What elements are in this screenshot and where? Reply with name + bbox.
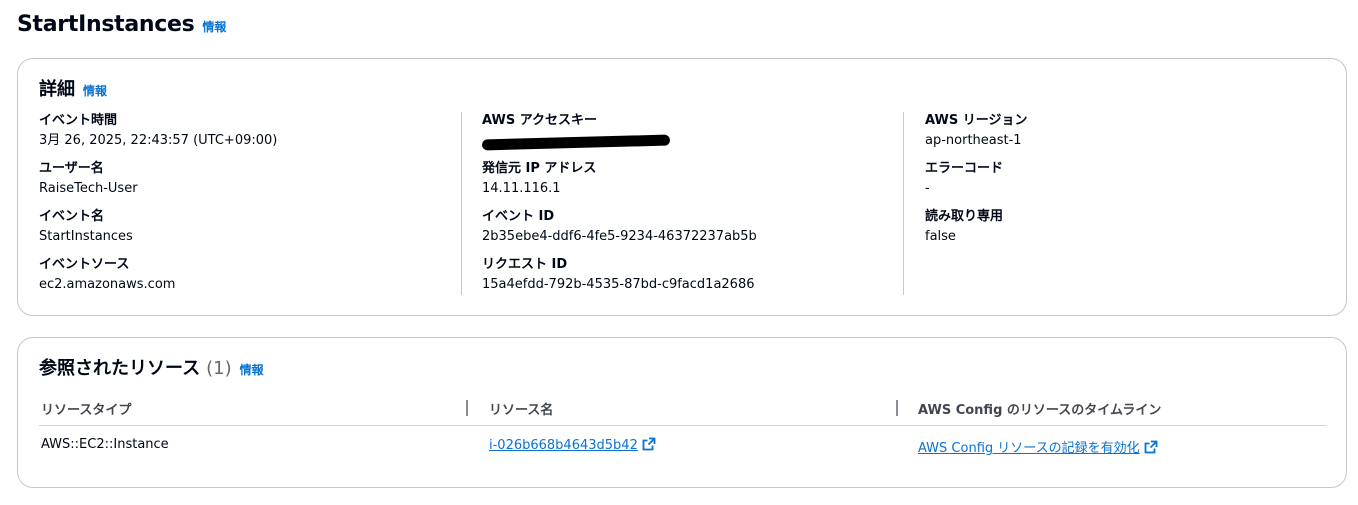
user-name-label: ユーザー名 (39, 161, 104, 176)
resources-info-link[interactable]: 情報 (240, 361, 264, 378)
event-source: イベントソース ec2.amazonaws.com (39, 255, 459, 303)
event-id-label: イベント ID (482, 209, 555, 224)
source-ip-label: 発信元 IP アドレス (482, 161, 597, 176)
read-only-value: false (925, 229, 956, 244)
details-column-1: イベント時間 3月 26, 2025, 22:43:57 (UTC+09:00)… (39, 111, 459, 303)
redaction-mark (481, 134, 671, 151)
event-time-value: 3月 26, 2025, 22:43:57 (UTC+09:00) (39, 133, 278, 148)
resources-header: 参照されたリソース (1) 情報 (39, 354, 264, 380)
enable-config-recording-link[interactable]: AWS Config リソースの記録を有効化 (918, 441, 1140, 456)
page-header: StartInstances 情報 (17, 12, 226, 37)
event-time-label: イベント時間 (39, 113, 118, 128)
error-code-value: - (925, 181, 930, 196)
user-name-value: RaiseTech-User (39, 181, 138, 196)
resource-type-cell: AWS::EC2::Instance (41, 437, 169, 452)
details-column-3: AWS リージョン ap-northeast-1 エラーコード - 読み取り専用… (925, 111, 1325, 255)
details-panel: 詳細 情報 イベント時間 3月 26, 2025, 22:43:57 (UTC+… (17, 58, 1347, 316)
column-divider (461, 112, 462, 295)
request-id-label: リクエスト ID (482, 257, 568, 272)
page-title: StartInstances (17, 12, 195, 37)
user-name: ユーザー名 RaiseTech-User (39, 159, 459, 207)
column-divider (903, 112, 904, 295)
column-resize-handle[interactable] (896, 400, 898, 416)
resource-name-link[interactable]: i-026b668b4643d5b42 (489, 438, 638, 453)
details-column-2: AWS アクセスキー 発信元 IP アドレス 14.11.116.1 イベント … (481, 111, 902, 303)
column-header-config-timeline[interactable]: AWS Config のリソースのタイムライン (918, 399, 1161, 418)
column-header-resource-type[interactable]: リソースタイプ (41, 399, 131, 418)
referenced-resources-panel: 参照されたリソース (1) 情報 リソースタイプ リソース名 AWS Confi… (17, 337, 1347, 488)
read-only-label: 読み取り専用 (925, 209, 1004, 224)
access-key: AWS アクセスキー (481, 111, 902, 159)
read-only: 読み取り専用 false (925, 207, 1325, 255)
source-ip: 発信元 IP アドレス 14.11.116.1 (482, 159, 902, 207)
header-info-link[interactable]: 情報 (202, 18, 226, 35)
access-key-label: AWS アクセスキー (482, 113, 598, 128)
details-info-link[interactable]: 情報 (83, 82, 107, 99)
config-timeline-cell: AWS Config リソースの記録を有効化 (918, 437, 1158, 456)
event-name: イベント名 StartInstances (39, 207, 459, 255)
column-header-resource-name[interactable]: リソース名 (489, 399, 553, 418)
access-key-value (481, 131, 902, 155)
event-source-value: ec2.amazonaws.com (39, 277, 176, 292)
resources-title: 参照されたリソース (39, 358, 201, 379)
request-id-value: 15a4efdd-792b-4535-87bd-c9facd1a2686 (482, 277, 755, 292)
event-source-label: イベントソース (39, 257, 130, 272)
resources-table-header: リソースタイプ リソース名 AWS Config のリソースのタイムライン (39, 396, 1327, 426)
event-id-value: 2b35ebe4-ddf6-4fe5-9234-46372237ab5b (482, 229, 757, 244)
event-id: イベント ID 2b35ebe4-ddf6-4fe5-9234-46372237… (482, 207, 902, 255)
column-resize-handle[interactable] (466, 400, 468, 416)
error-code: エラーコード - (925, 159, 1325, 207)
external-link-icon[interactable] (642, 437, 656, 451)
details-header: 詳細 情報 (39, 75, 107, 101)
resources-count: (1) (206, 358, 232, 379)
event-time: イベント時間 3月 26, 2025, 22:43:57 (UTC+09:00) (39, 111, 459, 159)
resource-name-cell: i-026b668b4643d5b42 (489, 437, 656, 453)
aws-region-value: ap-northeast-1 (925, 133, 1022, 148)
page: StartInstances 情報 詳細 情報 イベント時間 3月 26, 20… (0, 0, 1358, 505)
aws-region: AWS リージョン ap-northeast-1 (925, 111, 1325, 159)
table-row: AWS::EC2::Instance i-026b668b4643d5b42 A… (39, 435, 1327, 459)
details-title: 詳細 (39, 79, 75, 100)
source-ip-value: 14.11.116.1 (482, 181, 561, 196)
external-link-icon[interactable] (1144, 440, 1158, 454)
error-code-label: エラーコード (925, 161, 1004, 176)
request-id: リクエスト ID 15a4efdd-792b-4535-87bd-c9facd1… (482, 255, 902, 303)
event-name-value: StartInstances (39, 229, 133, 244)
event-name-label: イベント名 (39, 209, 105, 224)
aws-region-label: AWS リージョン (925, 113, 1028, 128)
